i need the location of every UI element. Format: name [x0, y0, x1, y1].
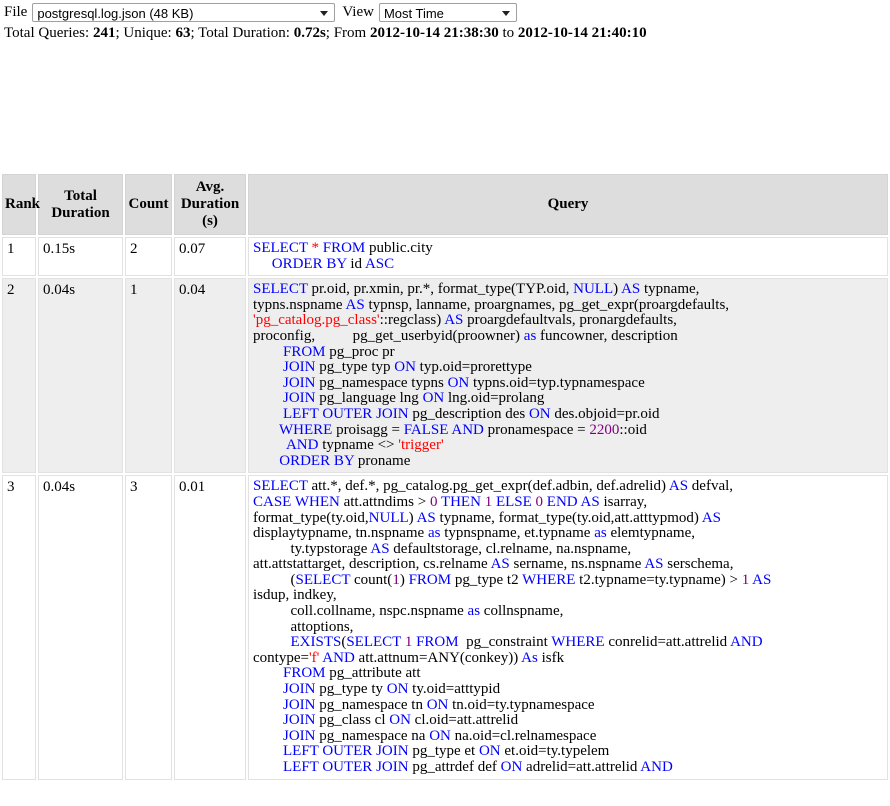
from-value: 2012-10-14 21:38:30 — [369, 25, 499, 41]
cell-total-duration: 0.04s — [38, 278, 123, 474]
column-header-rank[interactable]: Rank — [2, 174, 40, 235]
cell-count: 2 — [125, 237, 172, 277]
summary-line: Total Queries: 241; Unique: 63; Total Du… — [0, 22, 890, 42]
table-row: 1 0.15s 2 0.07 SELECT * FROM public.city ORD… — [2, 237, 888, 277]
unique-value: 63 — [175, 25, 191, 41]
cell-count: 3 — [125, 475, 172, 780]
summary-sep-2: ; — [190, 25, 195, 41]
cell-avg-duration: 0.01 — [174, 475, 246, 780]
column-header-total-duration[interactable]: Total Duration — [38, 174, 123, 235]
cell-rank: 2 — [2, 278, 36, 474]
table-header-row: Rank Total Duration Count Avg. Duration … — [2, 174, 888, 235]
file-label: File — [4, 4, 28, 20]
cell-query-sql: SELECT att.*, def.*, pg_catalog.pg_get_e… — [248, 475, 888, 780]
view-select[interactable]: Most Time — [378, 3, 517, 22]
table-body: 1 0.15s 2 0.07 SELECT * FROM public.city ORD… — [2, 237, 888, 780]
total-queries-label: Total Queries: — [4, 25, 90, 41]
cell-total-duration: 0.04s — [38, 475, 123, 780]
column-header-count[interactable]: Count — [125, 174, 172, 235]
cell-query-sql: SELECT * FROM public.city ORDER BY id AS… — [248, 237, 888, 277]
table-row: 2 0.04s 1 0.04 SELECT pr.oid, pr.xmin, pr.*,… — [2, 278, 888, 474]
total-duration-label: Total Duration: — [198, 25, 290, 41]
summary-sep-1: ; — [115, 25, 120, 41]
cell-avg-duration: 0.04 — [174, 278, 246, 474]
total-duration-value: 0.72s — [293, 25, 326, 41]
cell-query-sql: SELECT pr.oid, pr.xmin, pr.*, format_typ… — [248, 278, 888, 474]
view-label: View — [342, 4, 374, 20]
chevron-down-icon — [320, 10, 329, 16]
table-row: 3 0.04s 3 0.01 SELECT att.*, def.*, pg_catal… — [2, 475, 888, 780]
column-header-avg-duration[interactable]: Avg. Duration (s) — [174, 174, 246, 235]
total-queries-value: 241 — [92, 25, 116, 41]
query-report-table: Rank Total Duration Count Avg. Duration … — [0, 172, 890, 782]
from-label: From — [333, 25, 367, 41]
toolbar: File postgresql.log.json (48 KB) View Mo… — [0, 0, 890, 22]
column-header-query[interactable]: Query — [248, 174, 888, 235]
cell-rank: 3 — [2, 475, 36, 780]
cell-rank: 1 — [2, 237, 36, 277]
file-select[interactable]: postgresql.log.json (48 KB) — [32, 3, 336, 22]
to-label: to — [502, 25, 515, 41]
to-value: 2012-10-14 21:40:10 — [517, 25, 647, 41]
cell-count: 1 — [125, 278, 172, 474]
unique-label: Unique: — [123, 25, 172, 41]
cell-avg-duration: 0.07 — [174, 237, 246, 277]
summary-sep-3: ; — [325, 25, 330, 41]
cell-total-duration: 0.15s — [38, 237, 123, 277]
view-select-value: Most Time — [383, 6, 444, 21]
chevron-down-icon — [501, 10, 510, 16]
file-select-value: postgresql.log.json (48 KB) — [37, 6, 194, 21]
